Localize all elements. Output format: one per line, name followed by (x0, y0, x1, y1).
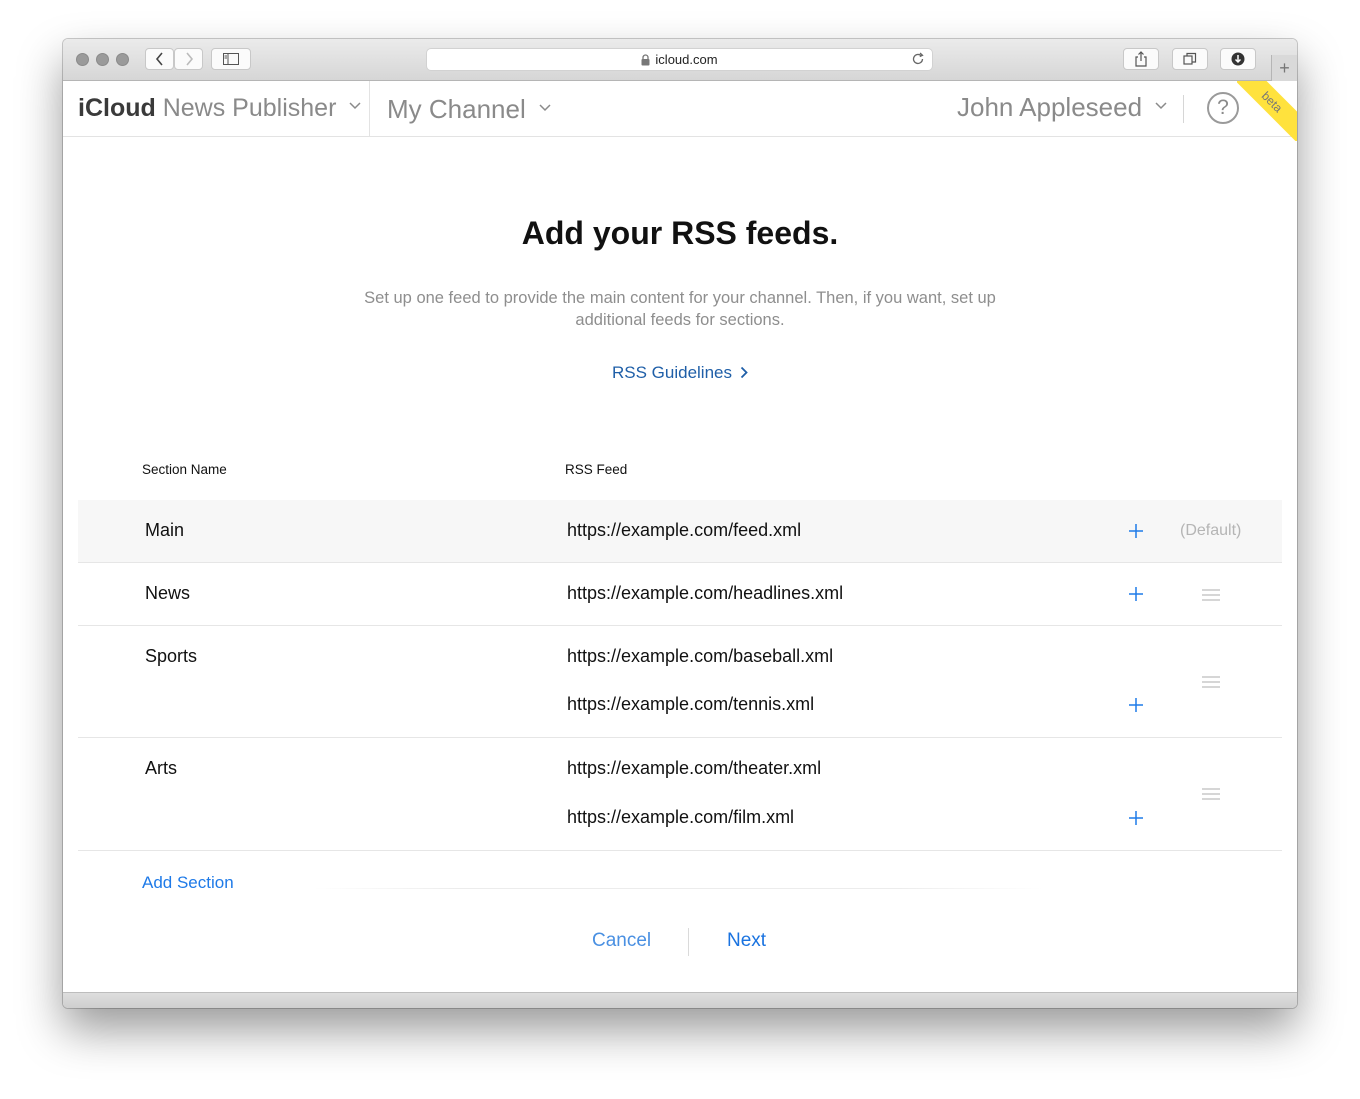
table-row: News https://example.com/headlines.xml (78, 563, 1282, 626)
drag-handle-icon[interactable] (1202, 589, 1220, 601)
add-feed-icon[interactable] (1126, 521, 1146, 541)
sidebar-icon (223, 53, 239, 65)
header-divider (369, 81, 370, 137)
channel-menu[interactable]: My Channel (387, 94, 551, 125)
tabs-icon (1183, 52, 1197, 65)
section-name[interactable]: Sports (145, 646, 197, 667)
channel-name: My Channel (387, 94, 526, 124)
reload-icon[interactable] (911, 52, 925, 66)
download-icon (1231, 52, 1245, 66)
user-name: John Appleseed (957, 92, 1143, 122)
rss-guidelines-link[interactable]: RSS Guidelines (63, 363, 1297, 383)
minimize-window-button[interactable] (96, 53, 109, 66)
cancel-button[interactable]: Cancel (592, 930, 651, 952)
feed-url[interactable]: https://example.com/film.xml (567, 807, 794, 828)
browser-window: icloud.com + iCloud News Publisher My Ch… (63, 39, 1297, 1008)
rss-guidelines-label: RSS Guidelines (611, 363, 732, 382)
feed-url[interactable]: https://example.com/headlines.xml (567, 583, 843, 604)
browser-status-bar (63, 992, 1297, 1008)
button-separator (688, 928, 689, 956)
beta-ribbon: beta (1237, 81, 1297, 141)
close-window-button[interactable] (76, 53, 89, 66)
chevron-left-icon (155, 52, 163, 66)
chevron-right-icon (185, 52, 193, 66)
form-divider (313, 888, 1043, 889)
feed-url[interactable]: https://example.com/baseball.xml (567, 646, 833, 667)
new-tab-button[interactable]: + (1271, 55, 1297, 81)
user-menu[interactable]: John Appleseed (957, 92, 1167, 123)
beta-label: beta (1237, 81, 1297, 141)
default-label: (Default) (1180, 522, 1242, 539)
add-feed-icon[interactable] (1126, 695, 1146, 715)
page-title: Add your RSS feeds. (521, 215, 839, 251)
feed-url[interactable]: https://example.com/tennis.xml (567, 694, 814, 715)
next-button[interactable]: Next (727, 930, 766, 952)
browser-toolbar: icloud.com + (63, 39, 1297, 81)
app-header: iCloud News Publisher My Channel John Ap… (63, 81, 1297, 137)
downloads-button[interactable] (1220, 48, 1256, 70)
section-name[interactable]: Arts (145, 758, 177, 779)
column-header-section: Section Name (142, 462, 227, 477)
chevron-down-icon (1155, 102, 1167, 110)
brand-icloud: iCloud (78, 94, 156, 122)
brand-product: News Publisher (162, 94, 337, 122)
header-separator (1183, 95, 1184, 123)
back-button[interactable] (145, 48, 174, 70)
add-section-link[interactable]: Add Section (142, 873, 234, 893)
section-name[interactable]: News (145, 583, 190, 604)
forward-button[interactable] (174, 48, 203, 70)
lock-icon (641, 53, 650, 65)
table-row: Main https://example.com/feed.xml (Defau… (78, 500, 1282, 563)
column-header-feed: RSS Feed (565, 462, 628, 477)
feed-url[interactable]: https://example.com/feed.xml (567, 520, 801, 541)
address-bar[interactable]: icloud.com (426, 48, 933, 71)
share-button[interactable] (1123, 48, 1159, 70)
chevron-down-icon (349, 102, 361, 110)
feed-url[interactable]: https://example.com/theater.xml (567, 758, 821, 779)
drag-handle-icon[interactable] (1202, 788, 1220, 800)
chevron-right-icon (740, 366, 748, 379)
help-icon[interactable]: ? (1207, 92, 1239, 124)
share-icon (1135, 51, 1147, 67)
page-subtitle: Set up one feed to provide the main cont… (364, 289, 996, 329)
sidebar-toggle-button[interactable] (211, 48, 251, 70)
chevron-down-icon (539, 104, 551, 112)
add-feed-icon[interactable] (1126, 584, 1146, 604)
table-row: Arts https://example.com/theater.xml htt… (78, 738, 1282, 851)
add-feed-icon[interactable] (1126, 808, 1146, 828)
drag-handle-icon[interactable] (1202, 676, 1220, 688)
tabs-overview-button[interactable] (1172, 48, 1208, 70)
zoom-window-button[interactable] (116, 53, 129, 66)
table-row: Sports https://example.com/baseball.xml … (78, 626, 1282, 738)
section-name[interactable]: Main (145, 520, 184, 541)
url-text: icloud.com (655, 52, 718, 67)
app-switcher[interactable]: iCloud News Publisher (78, 94, 361, 123)
